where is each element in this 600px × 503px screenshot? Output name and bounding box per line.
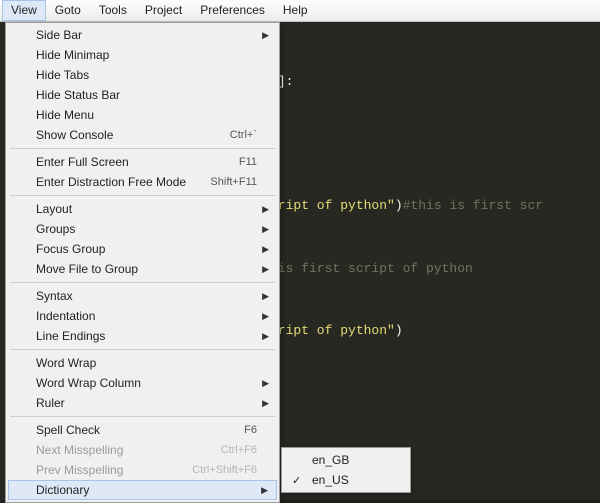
menu-item-shortcut: F11 [239,156,257,168]
menu-item-shortcut: Ctrl+Shift+F6 [192,464,257,476]
menu-item[interactable]: Enter Full ScreenF11 [8,152,277,172]
menu-item: Next MisspellingCtrl+F6 [8,440,277,460]
menu-item-shortcut: Shift+F11 [210,176,257,188]
menubar-item-preferences[interactable]: Preferences [191,0,274,21]
menu-item-label: Show Console [36,128,230,142]
menu-item-shortcut: Ctrl+F6 [221,444,257,456]
menu-item-label: Line Endings [36,329,257,343]
menubar-item-tools[interactable]: Tools [90,0,136,21]
chevron-right-icon: ▶ [262,291,269,302]
menu-item-label: en_US [312,473,388,487]
menu-item-label: Word Wrap Column [36,376,257,390]
chevron-right-icon: ▶ [262,331,269,342]
menu-item[interactable]: Line Endings ▶ [8,326,277,346]
menu-separator [10,195,275,196]
dictionary-option-en-gb[interactable]: en_GB [284,450,408,470]
menu-item-label: Hide Minimap [36,48,257,62]
menu-item-label: Enter Full Screen [36,155,239,169]
menu-separator [10,416,275,417]
menu-item-label: Ruler [36,396,257,410]
menu-item-label: Groups [36,222,257,236]
chevron-right-icon: ▶ [262,224,269,235]
menu-item-label: Hide Menu [36,108,257,122]
menu-item[interactable]: Show ConsoleCtrl+` [8,125,277,145]
menu-item-shortcut: Ctrl+` [230,129,257,141]
menu-separator [10,148,275,149]
menu-item[interactable]: Hide Tabs [8,65,277,85]
menu-item[interactable]: Spell CheckF6 [8,420,277,440]
dictionary-submenu: en_GB ✓ en_US [281,447,411,493]
menu-item[interactable]: Dictionary ▶ [8,480,277,500]
menu-item[interactable]: Enter Distraction Free ModeShift+F11 [8,172,277,192]
menubar-item-goto[interactable]: Goto [46,0,90,21]
menubar-item-help[interactable]: Help [274,0,317,21]
menu-item-label: en_GB [312,453,388,467]
menu-item-label: Word Wrap [36,356,257,370]
chevron-right-icon: ▶ [262,30,269,41]
chevron-right-icon: ▶ [262,311,269,322]
menu-item-label: Move File to Group [36,262,257,276]
menu-item-label: Indentation [36,309,257,323]
chevron-right-icon: ▶ [262,398,269,409]
chevron-right-icon: ▶ [262,204,269,215]
chevron-right-icon: ▶ [262,244,269,255]
menu-item-label: Hide Status Bar [36,88,257,102]
checkmark-icon: ✓ [292,474,301,487]
menu-item[interactable]: Layout ▶ [8,199,277,219]
menubar-item-view[interactable]: View [2,0,46,21]
view-menu-dropdown: Side Bar ▶ Hide Minimap Hide Tabs Hide Statu… [5,22,280,503]
menubar: View Goto Tools Project Preferences Help [0,0,600,22]
menu-item-label: Dictionary [36,483,257,497]
menu-item-label: Hide Tabs [36,68,257,82]
menu-item-label: Side Bar [36,28,257,42]
menu-item-label: Enter Distraction Free Mode [36,175,210,189]
menu-item[interactable]: Groups ▶ [8,219,277,239]
chevron-right-icon: ▶ [262,378,269,389]
menu-item-label: Layout [36,202,257,216]
menu-item[interactable]: Move File to Group ▶ [8,259,277,279]
menu-item-label: Prev Misspelling [36,463,192,477]
chevron-right-icon: ▶ [261,485,268,496]
menu-item[interactable]: Hide Status Bar [8,85,277,105]
menu-item-label: Focus Group [36,242,257,256]
menu-item[interactable]: Indentation ▶ [8,306,277,326]
menu-item[interactable]: Hide Menu [8,105,277,125]
menu-item[interactable]: Side Bar ▶ [8,25,277,45]
menu-item-label: Next Misspelling [36,443,221,457]
menu-item: Prev MisspellingCtrl+Shift+F6 [8,460,277,480]
menubar-item-project[interactable]: Project [136,0,191,21]
menu-item[interactable]: Syntax ▶ [8,286,277,306]
menu-item[interactable]: Word Wrap Column ▶ [8,373,277,393]
menu-separator [10,282,275,283]
menu-item[interactable]: Focus Group ▶ [8,239,277,259]
menu-separator [10,349,275,350]
chevron-right-icon: ▶ [262,264,269,275]
menu-item-label: Spell Check [36,423,244,437]
menu-item[interactable]: Ruler ▶ [8,393,277,413]
dictionary-option-en-us[interactable]: ✓ en_US [284,470,408,490]
menu-item-label: Syntax [36,289,257,303]
menu-item-shortcut: F6 [244,424,257,436]
menu-item[interactable]: Hide Minimap [8,45,277,65]
menu-item[interactable]: Word Wrap [8,353,277,373]
